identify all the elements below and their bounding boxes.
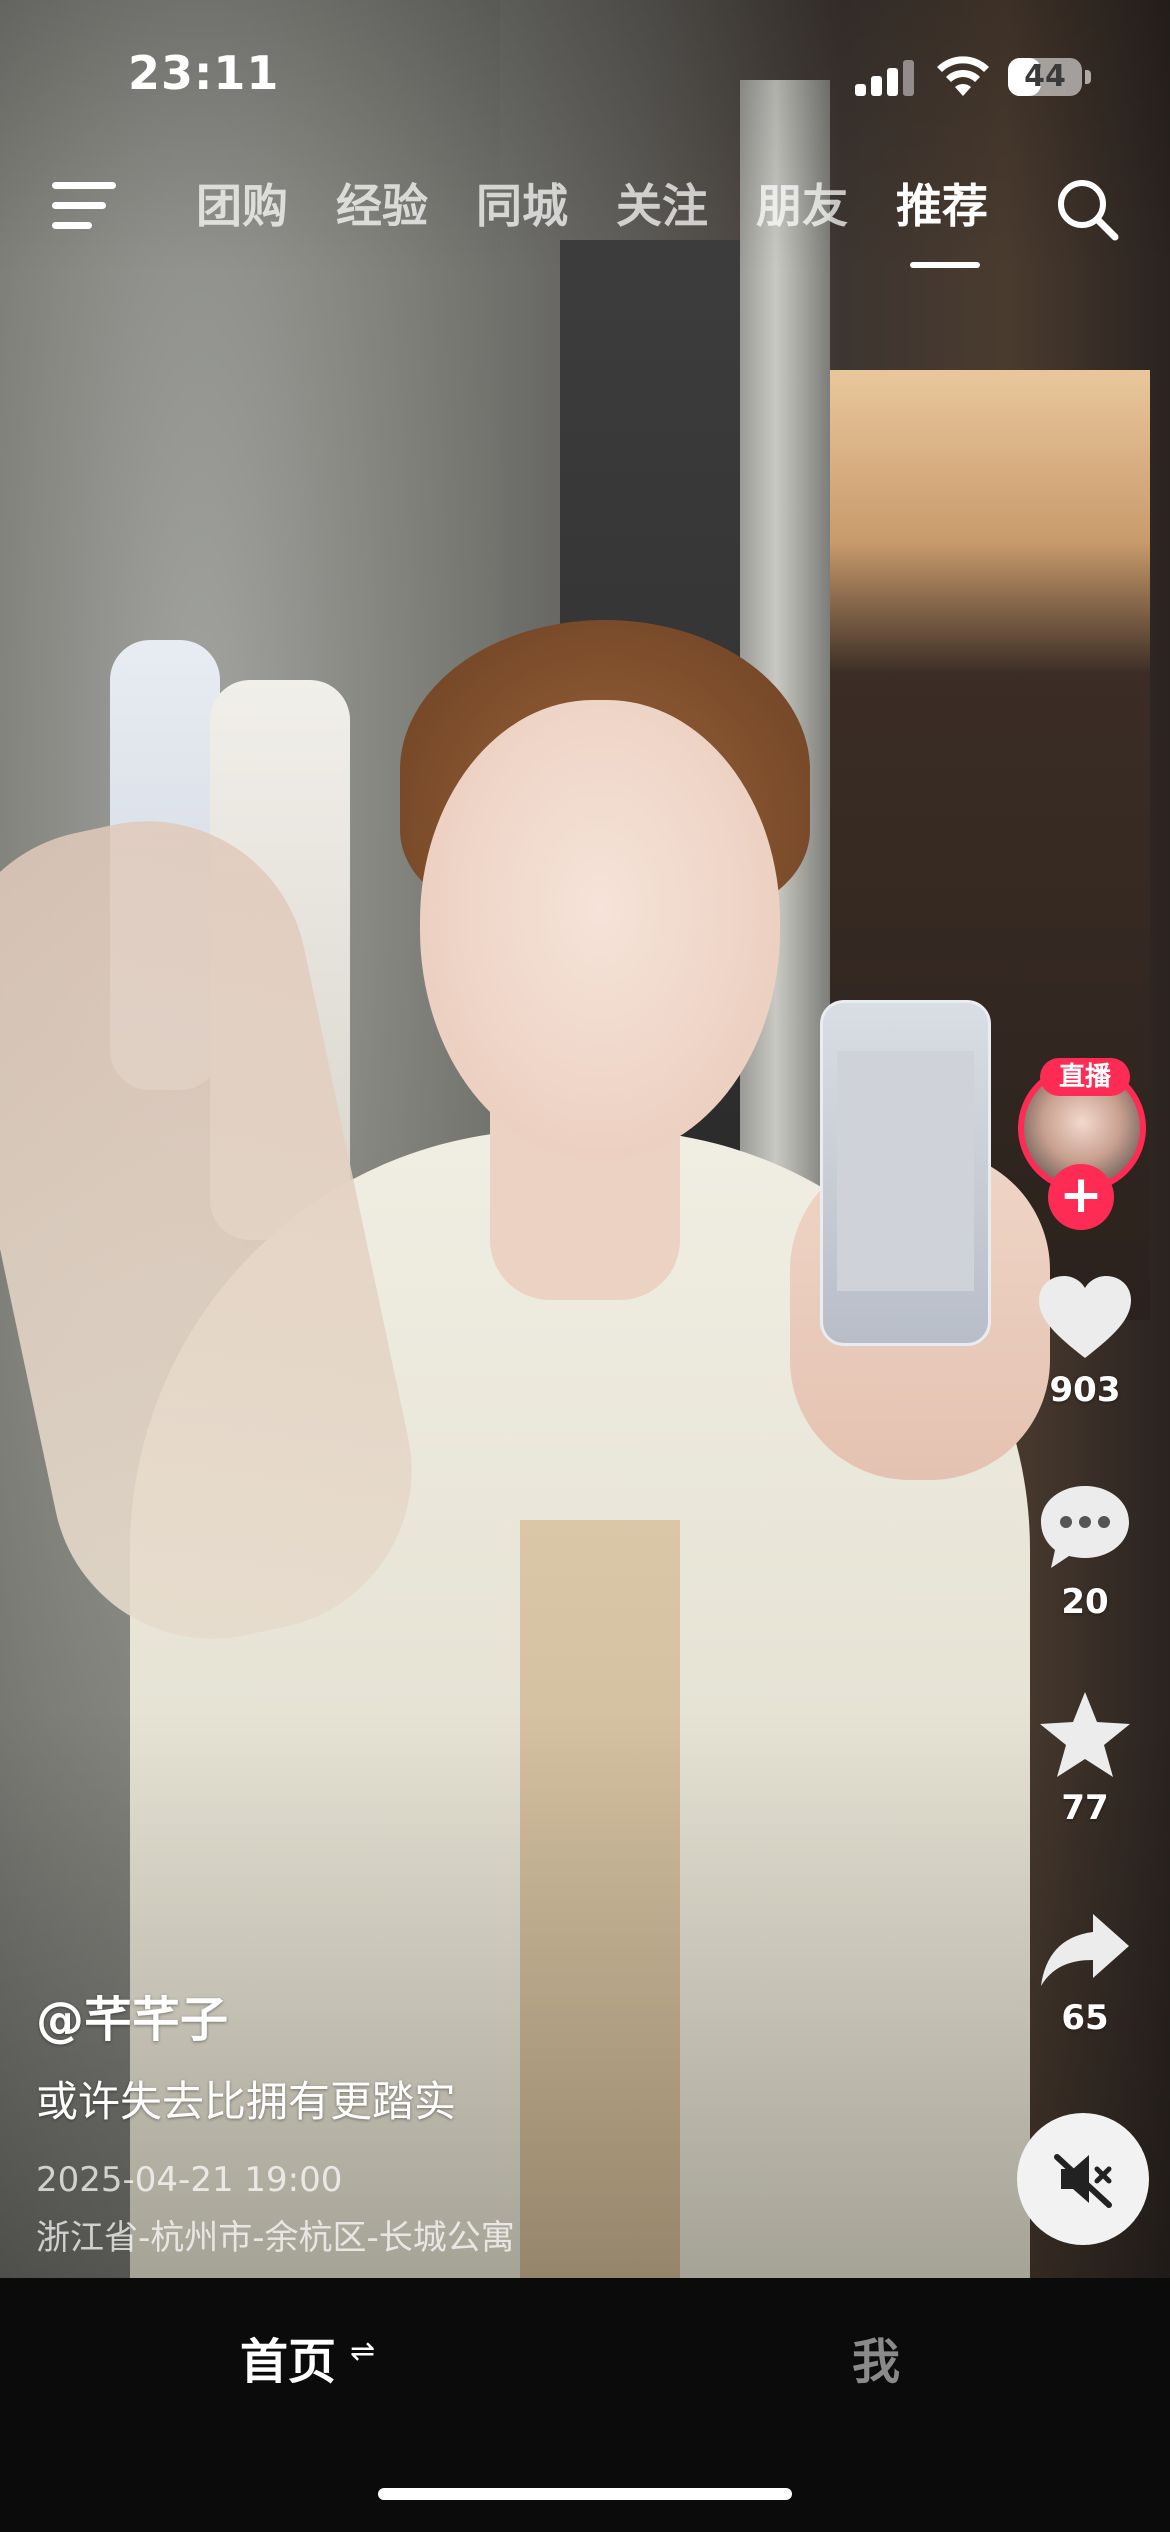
tab-guanzhu[interactable]: 关注 — [616, 170, 708, 236]
live-badge: 直播 — [1040, 1058, 1130, 1096]
nav-home[interactable]: 首页 — [240, 2322, 336, 2392]
search-icon[interactable] — [1054, 176, 1120, 242]
share-button[interactable]: 65 — [1020, 1910, 1150, 2038]
swap-arrows-icon[interactable]: ⇌ — [350, 2334, 375, 2369]
like-count: 903 — [1049, 1370, 1121, 1410]
tab-tuijian[interactable]: 推荐 — [896, 170, 988, 236]
tab-pengyou[interactable]: 朋友 — [756, 170, 848, 236]
favorite-button[interactable]: 77 — [1020, 1690, 1150, 1828]
favorite-count: 77 — [1061, 1788, 1109, 1828]
comment-count: 20 — [1061, 1582, 1109, 1622]
speaker-muted-icon — [1054, 2154, 1112, 2208]
cellular-signal-icon — [855, 60, 915, 96]
post-location[interactable]: 浙江省-杭州市-余杭区-长城公寓 — [36, 2210, 515, 2259]
active-tab-indicator — [910, 262, 980, 268]
video-caption[interactable]: 或许失去比拥有更踏实 — [36, 2068, 456, 2129]
home-indicator[interactable] — [378, 2488, 792, 2500]
star-icon — [1040, 1692, 1130, 1777]
tab-jingyan[interactable]: 经验 — [336, 170, 428, 236]
battery-level-text: 44 — [1024, 59, 1066, 94]
wifi-icon — [937, 56, 989, 96]
status-time: 23:11 — [128, 46, 280, 100]
battery-icon: 44 — [1008, 58, 1082, 96]
share-count: 65 — [1061, 1998, 1109, 2038]
mute-button[interactable] — [1017, 2113, 1149, 2245]
author-name[interactable]: @芊芊子 — [36, 1980, 228, 2050]
video-player[interactable] — [0, 0, 1170, 2278]
tab-tongcheng[interactable]: 同城 — [476, 170, 568, 236]
share-arrow-icon — [1041, 1914, 1129, 1986]
post-date: 2025-04-21 19:00 — [36, 2160, 343, 2200]
tab-tuangou[interactable]: 团购 — [196, 170, 288, 236]
nav-me[interactable]: 我 — [852, 2322, 900, 2392]
video-overlay-shade — [0, 0, 1170, 2278]
like-button[interactable]: 903 — [1020, 1274, 1150, 1410]
comment-icon — [1041, 1486, 1129, 1568]
comment-button[interactable]: 20 — [1020, 1482, 1150, 1622]
menu-icon[interactable] — [52, 182, 116, 232]
heart-icon — [1039, 1276, 1131, 1358]
battery-nub — [1085, 70, 1091, 84]
follow-plus-button[interactable]: + — [1048, 1164, 1114, 1230]
